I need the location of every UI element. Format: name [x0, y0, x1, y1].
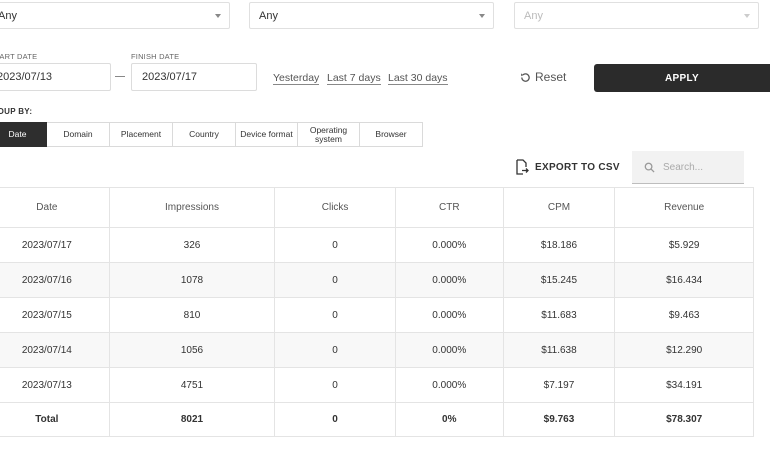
total-label: Total: [0, 402, 110, 437]
cell-revenue: $5.929: [614, 227, 754, 263]
chevron-down-icon: [215, 14, 221, 18]
chevron-down-icon: [744, 14, 750, 18]
group-by-domain[interactable]: Domain: [47, 122, 110, 147]
table-row: 2023/07/17 326 0 0.000% $18.186 $5.929: [0, 227, 754, 263]
cell-cpm: $7.197: [502, 367, 616, 403]
cell-impressions: 326: [108, 227, 276, 263]
cell-clicks: 0: [274, 227, 396, 263]
cell-revenue: $12.290: [614, 332, 754, 368]
table-row: 2023/07/13 4751 0 0.000% $7.197 $34.191: [0, 367, 754, 403]
export-csv-label: EXPORT TO CSV: [535, 161, 620, 173]
column-header-revenue[interactable]: Revenue: [614, 187, 754, 228]
cell-ctr: 0.000%: [394, 227, 504, 263]
export-csv-button[interactable]: EXPORT TO CSV: [515, 159, 620, 175]
group-by-device-format-label: Device format: [240, 129, 293, 139]
search-box: [632, 151, 744, 184]
group-by-placement-label: Placement: [120, 129, 162, 139]
cell-ctr: 0.000%: [394, 367, 504, 403]
filter-select-1-value: Any: [0, 9, 17, 22]
reset-icon: [521, 72, 530, 82]
start-date-value: 2023/07/13: [0, 71, 53, 83]
cell-cpm: $15.245: [502, 262, 616, 298]
column-header-impressions[interactable]: Impressions: [108, 187, 276, 228]
cell-ctr: 0.000%: [394, 332, 504, 368]
cell-cpm: $18.186: [502, 227, 616, 263]
group-by-domain-label: Domain: [63, 129, 93, 139]
chevron-down-icon: [479, 14, 485, 18]
cell-revenue: $16.434: [614, 262, 754, 298]
group-by-options: Date Domain Placement Country Device for…: [0, 122, 423, 147]
total-cpm: $9.763: [502, 402, 616, 437]
column-header-ctr[interactable]: CTR: [394, 187, 504, 228]
reset-button[interactable]: Reset: [520, 70, 566, 84]
total-ctr: 0%: [394, 402, 504, 437]
quick-range-last-30-days[interactable]: Last 30 days: [388, 72, 448, 85]
cell-date: 2023/07/13: [0, 367, 110, 403]
start-date-label: START DATE: [0, 52, 38, 61]
finish-date-label: FINISH DATE: [131, 52, 180, 61]
cell-cpm: $11.683: [502, 297, 616, 333]
group-by-browser[interactable]: Browser: [360, 122, 423, 147]
cell-clicks: 0: [274, 262, 396, 298]
group-by-date[interactable]: Date: [0, 122, 47, 147]
table-row: 2023/07/15 810 0 0.000% $11.683 $9.463: [0, 297, 754, 333]
group-by-placement[interactable]: Placement: [110, 122, 173, 147]
finish-date-value: 2023/07/17: [142, 71, 198, 83]
table-row: 2023/07/14 1056 0 0.000% $11.638 $12.290: [0, 332, 754, 368]
report-table: Date Impressions Clicks CTR CPM Revenue …: [0, 187, 754, 437]
cell-impressions: 1056: [108, 332, 276, 368]
cell-ctr: 0.000%: [394, 297, 504, 333]
group-by-label: GROUP BY:: [0, 107, 33, 116]
group-by-country-label: Country: [189, 129, 219, 139]
column-header-clicks[interactable]: Clicks: [274, 187, 396, 228]
cell-date: 2023/07/17: [0, 227, 110, 263]
date-range-separator: [115, 76, 125, 77]
group-by-browser-label: Browser: [375, 129, 407, 139]
group-by-operating-system[interactable]: Operating system: [298, 122, 360, 147]
cell-date: 2023/07/14: [0, 332, 110, 368]
cell-ctr: 0.000%: [394, 262, 504, 298]
table-header-row: Date Impressions Clicks CTR CPM Revenue: [0, 187, 754, 228]
total-impressions: 8021: [108, 402, 276, 437]
group-by-device-format[interactable]: Device format: [236, 122, 298, 147]
quick-range-last-7-days[interactable]: Last 7 days: [327, 72, 381, 85]
cell-cpm: $11.638: [502, 332, 616, 368]
filter-select-2-value: Any: [259, 9, 278, 22]
reset-label: Reset: [535, 70, 567, 84]
column-header-date[interactable]: Date: [0, 187, 110, 228]
filter-select-1[interactable]: Any: [0, 2, 230, 29]
table-total-row: Total 8021 0 0% $9.763 $78.307: [0, 402, 754, 437]
export-file-icon: [516, 159, 529, 175]
apply-label: APPLY: [665, 72, 699, 84]
cell-impressions: 810: [108, 297, 276, 333]
group-by-date-label: Date: [8, 129, 27, 139]
total-revenue: $78.307: [614, 402, 754, 437]
cell-revenue: $34.191: [614, 367, 754, 403]
quick-range-yesterday[interactable]: Yesterday: [273, 72, 320, 85]
group-by-country[interactable]: Country: [173, 122, 236, 147]
start-date-field[interactable]: 2023/07/13: [0, 63, 111, 91]
cell-clicks: 0: [274, 332, 396, 368]
cell-date: 2023/07/16: [0, 262, 110, 298]
table-row: 2023/07/16 1078 0 0.000% $15.245 $16.434: [0, 262, 754, 298]
cell-clicks: 0: [274, 367, 396, 403]
filter-select-3: Any: [514, 2, 759, 29]
cell-clicks: 0: [274, 297, 396, 333]
search-icon: [644, 162, 655, 173]
group-by-operating-system-label: Operating system: [309, 124, 348, 144]
cell-revenue: $9.463: [614, 297, 754, 333]
cell-impressions: 1078: [108, 262, 276, 298]
total-clicks: 0: [274, 402, 396, 437]
filter-select-2[interactable]: Any: [249, 2, 494, 29]
filter-select-3-value: Any: [524, 9, 543, 22]
search-input[interactable]: [663, 161, 733, 173]
column-header-cpm[interactable]: CPM: [502, 187, 616, 228]
cell-impressions: 4751: [108, 367, 276, 403]
apply-button[interactable]: APPLY: [594, 64, 770, 92]
finish-date-field[interactable]: 2023/07/17: [131, 63, 257, 91]
cell-date: 2023/07/15: [0, 297, 110, 333]
